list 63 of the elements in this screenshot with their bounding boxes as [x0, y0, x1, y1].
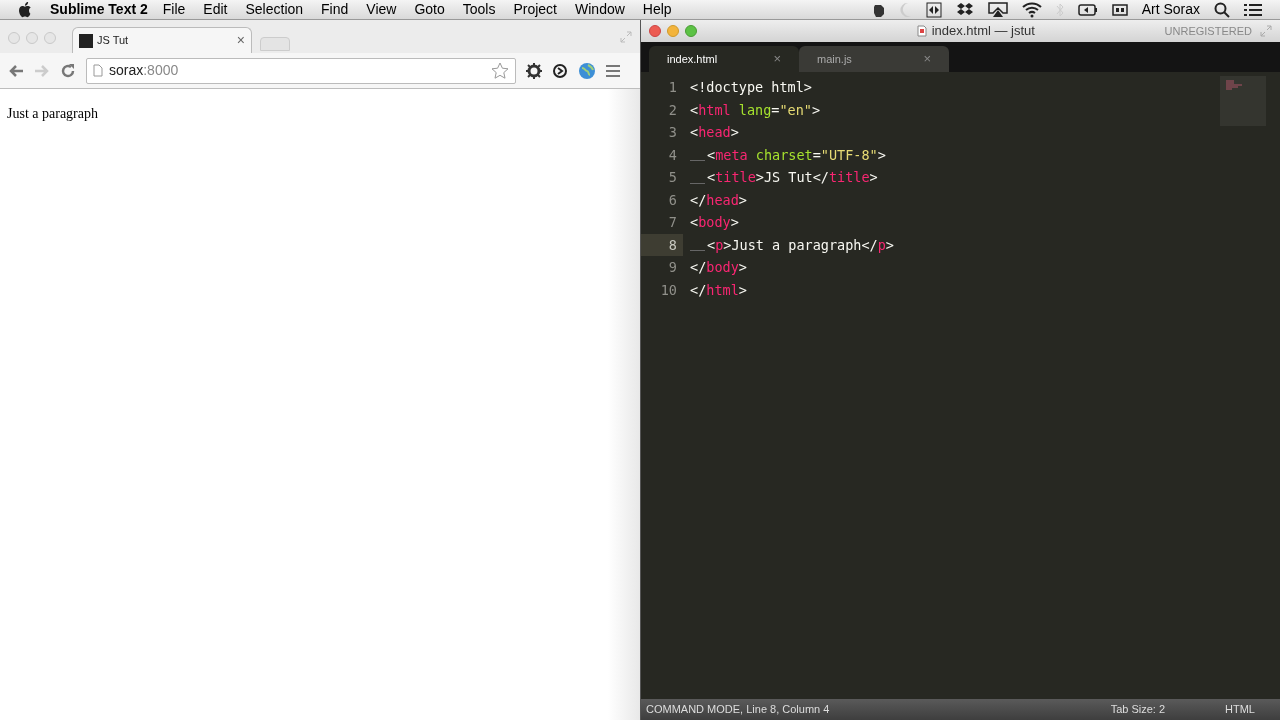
- line-number: 7: [667, 213, 678, 233]
- code-line: <body>: [690, 213, 739, 233]
- url-port: :8000: [143, 62, 179, 78]
- line-number: 10: [659, 280, 678, 300]
- close-icon[interactable]: ×: [236, 30, 245, 51]
- code-line: <!doctype html>: [690, 78, 812, 98]
- menu-icon[interactable]: [606, 63, 620, 78]
- menu-item[interactable]: File: [162, 0, 186, 20]
- favicon-icon: [79, 33, 93, 48]
- line-number: 4: [667, 145, 678, 165]
- page-paragraph: Just a paragraph: [7, 105, 99, 123]
- menu-item[interactable]: Selection: [245, 0, 304, 20]
- file-icon: [916, 25, 927, 37]
- code-line: <html lang="en">: [690, 100, 821, 120]
- menu-item[interactable]: Help: [642, 0, 672, 20]
- menu-item[interactable]: Edit: [203, 0, 228, 20]
- line-number: 6: [667, 190, 678, 210]
- search-icon[interactable]: [1214, 1, 1230, 18]
- unregistered-label: UNREGISTERED: [1164, 23, 1252, 39]
- apple-icon[interactable]: [18, 1, 32, 18]
- wifi-icon[interactable]: [1021, 1, 1042, 18]
- line-number: 9: [667, 258, 678, 278]
- zoom-button[interactable]: [685, 25, 697, 37]
- syntax-label[interactable]: HTML: [1225, 701, 1255, 718]
- arrows-icon[interactable]: [925, 1, 942, 18]
- line-number: 5: [667, 168, 678, 188]
- code-line: </body>: [690, 258, 747, 278]
- line-number: 8: [641, 233, 683, 256]
- settings-icon[interactable]: [526, 62, 542, 79]
- back-arrow-icon[interactable]: [8, 62, 24, 79]
- menu-item[interactable]: Project: [513, 0, 557, 20]
- status-mode-text: COMMAND MODE, Line 8, Column 4: [646, 702, 830, 718]
- app-name[interactable]: Sublime Text 2: [50, 0, 148, 20]
- code-line: <head>: [690, 123, 739, 143]
- tab-size-label[interactable]: Tab Size: 2: [1110, 701, 1166, 718]
- close-button[interactable]: [649, 25, 661, 37]
- line-number: 1: [667, 78, 678, 98]
- window-title: index.html — jstut: [931, 22, 1035, 41]
- editor-tab[interactable]: main.js ×: [799, 46, 949, 72]
- menu-item[interactable]: Find: [321, 0, 349, 20]
- code-line: </head>: [690, 190, 747, 210]
- line-number: 2: [667, 100, 678, 120]
- editor-tab[interactable]: index.html ×: [649, 46, 799, 72]
- menu-item[interactable]: View: [366, 0, 397, 20]
- code-line: </html>: [690, 280, 747, 300]
- menu-item[interactable]: Tools: [462, 0, 496, 20]
- address-bar[interactable]: sorax:8000: [86, 57, 516, 84]
- minimap-preview-drawing: [1226, 80, 1242, 90]
- battery-icon[interactable]: [1077, 2, 1098, 17]
- star-icon[interactable]: [491, 61, 509, 80]
- line-number: 3: [667, 123, 678, 143]
- url-host: sorax: [109, 62, 144, 78]
- menu-item[interactable]: Window: [575, 0, 625, 20]
- list-icon[interactable]: [1244, 2, 1262, 17]
- globe-icon[interactable]: [578, 61, 596, 80]
- page-icon: [93, 64, 103, 77]
- reload-icon[interactable]: [60, 62, 76, 79]
- display-icon[interactable]: [1111, 2, 1128, 17]
- screen-icon[interactable]: [987, 1, 1008, 18]
- menu-item[interactable]: Goto: [414, 0, 445, 20]
- close-icon[interactable]: ×: [773, 49, 781, 69]
- user-name[interactable]: Art Sorax: [1141, 0, 1200, 20]
- browser-tab[interactable]: JS Tut ×: [72, 27, 252, 53]
